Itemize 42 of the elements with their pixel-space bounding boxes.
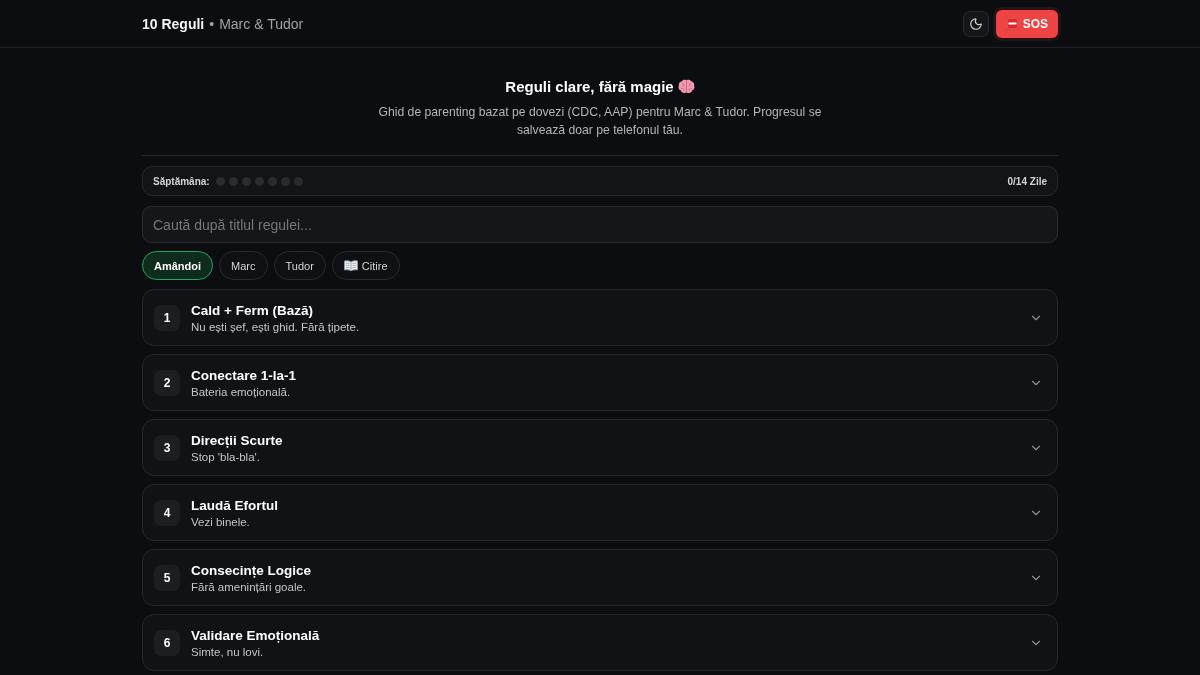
rule-number: 3 — [154, 434, 180, 461]
rule-subtitle: Simte, nu lovi. — [191, 645, 265, 658]
filter-chip[interactable]: Amândoi — [142, 251, 214, 280]
rule-number: 1 — [154, 304, 180, 331]
hero-description: Ghid de parenting bazat pe dovezi (CDC, AAP) pentru Marc & Tudor. Progresul se salvează doar pe telefonul tău. — [377, 104, 823, 139]
brain-icon — [677, 78, 695, 94]
rule-number: 2 — [154, 369, 180, 396]
rule-title: Laudă Efortul — [191, 497, 279, 513]
hero-title: Reguli clare, fără magie — [505, 77, 674, 95]
rule-card[interactable]: 3 Direcții Scurte Stop 'bla-bla'. — [142, 419, 1058, 476]
rule-card[interactable]: 4 Laudă Efortul Vezi binele. — [142, 484, 1058, 541]
rule-card[interactable]: 5 Consecințe Logice Fără amenințări goale. — [142, 549, 1058, 606]
rule-card[interactable]: 1 Cald + Ferm (Bază) Nu ești șef, ești ghid. Fără țipete. — [142, 289, 1058, 346]
rule-title: Conectare 1-la-1 — [191, 367, 298, 383]
book-icon — [343, 260, 358, 271]
moon-icon — [968, 16, 983, 31]
rule-subtitle: Fără amenințări goale. — [191, 580, 308, 593]
filter-chip[interactable]: Tudor — [273, 251, 326, 280]
days-count: 0/14 Zile — [1007, 175, 1047, 187]
rule-title: Consecințe Logice — [191, 562, 313, 578]
sos-button[interactable]: SOS — [995, 9, 1058, 38]
app-title: 10 Reguli — [142, 15, 205, 32]
filter-chip[interactable]: Marc — [219, 251, 268, 280]
search-field[interactable]: Caută după titlul regulei... — [142, 206, 1058, 243]
theme-toggle-button[interactable] — [962, 10, 989, 37]
rule-title: Direcții Scurte — [191, 432, 284, 448]
emergency-tile-icon — [1005, 17, 1019, 30]
rule-number: 5 — [154, 564, 180, 591]
rule-subtitle: Nu ești șef, ești ghid. Fără țipete. — [191, 320, 361, 333]
rule-subtitle: Vezi binele. — [191, 515, 251, 528]
rule-subtitle: Stop 'bla-bla'. — [191, 450, 261, 463]
rule-card[interactable]: 2 Conectare 1-la-1 Bateria emoțională. — [142, 354, 1058, 411]
title-separator: • — [209, 15, 215, 32]
rule-number: 4 — [154, 499, 180, 526]
week-label: Săptămâna: — [153, 175, 210, 187]
filter-chip[interactable]: Citire — [331, 251, 400, 280]
app-subtitle: Marc & Tudor — [219, 15, 304, 32]
rule-card[interactable]: 6 Validare Emoțională Simte, nu lovi. — [142, 614, 1058, 671]
rule-title: Cald + Ferm (Bază) — [191, 302, 314, 318]
rule-title: Validare Emoțională — [191, 627, 321, 643]
rule-number: 6 — [154, 629, 180, 656]
rule-subtitle: Bateria emoțională. — [191, 385, 292, 398]
